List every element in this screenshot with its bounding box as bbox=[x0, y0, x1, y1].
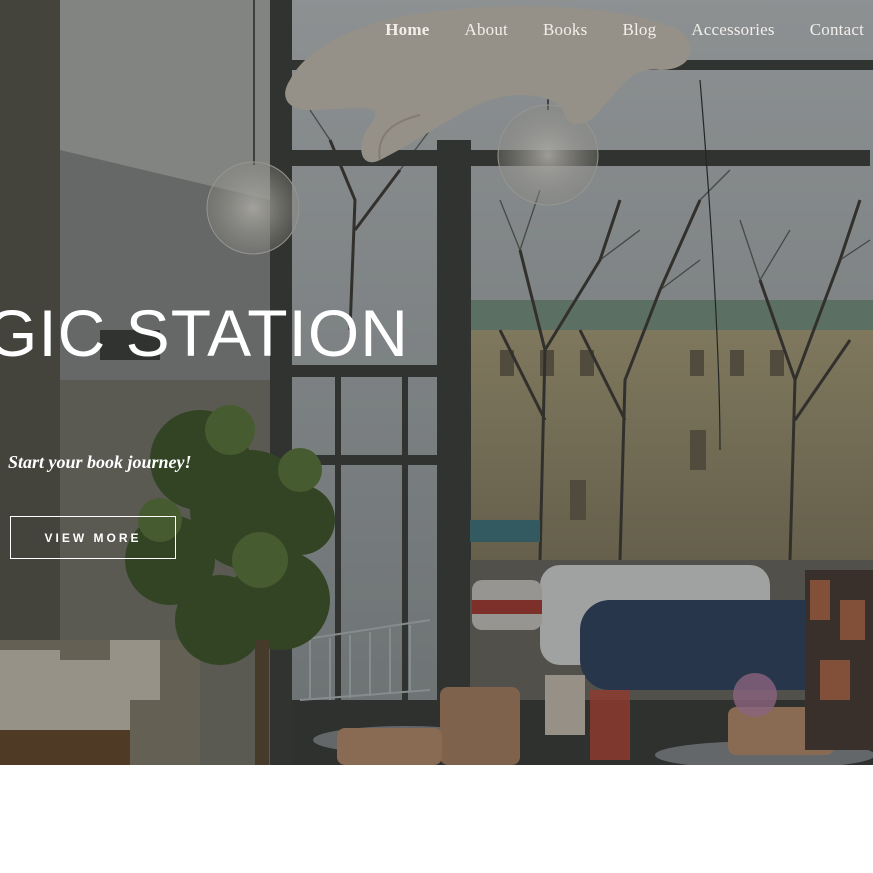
nav-item-books[interactable]: Books bbox=[543, 18, 587, 42]
nav-item-accessories[interactable]: Accessories bbox=[691, 18, 774, 42]
main-navigation: Home About Books Blog Accessories Contac… bbox=[350, 18, 864, 42]
hero-section: Home About Books Blog Accessories Contac… bbox=[0, 0, 873, 765]
view-more-button[interactable]: VIEW MORE bbox=[10, 516, 176, 559]
nav-item-blog[interactable]: Blog bbox=[622, 18, 656, 42]
hero-title: GIC STATION bbox=[0, 296, 409, 370]
nav-item-home[interactable]: Home bbox=[385, 18, 429, 42]
hero-background-photo bbox=[0, 0, 873, 765]
nav-item-contact[interactable]: Contact bbox=[810, 18, 864, 42]
hero-tagline: Start your book journey! bbox=[8, 452, 192, 472]
content-area bbox=[0, 765, 873, 873]
nav-item-about[interactable]: About bbox=[464, 18, 508, 42]
